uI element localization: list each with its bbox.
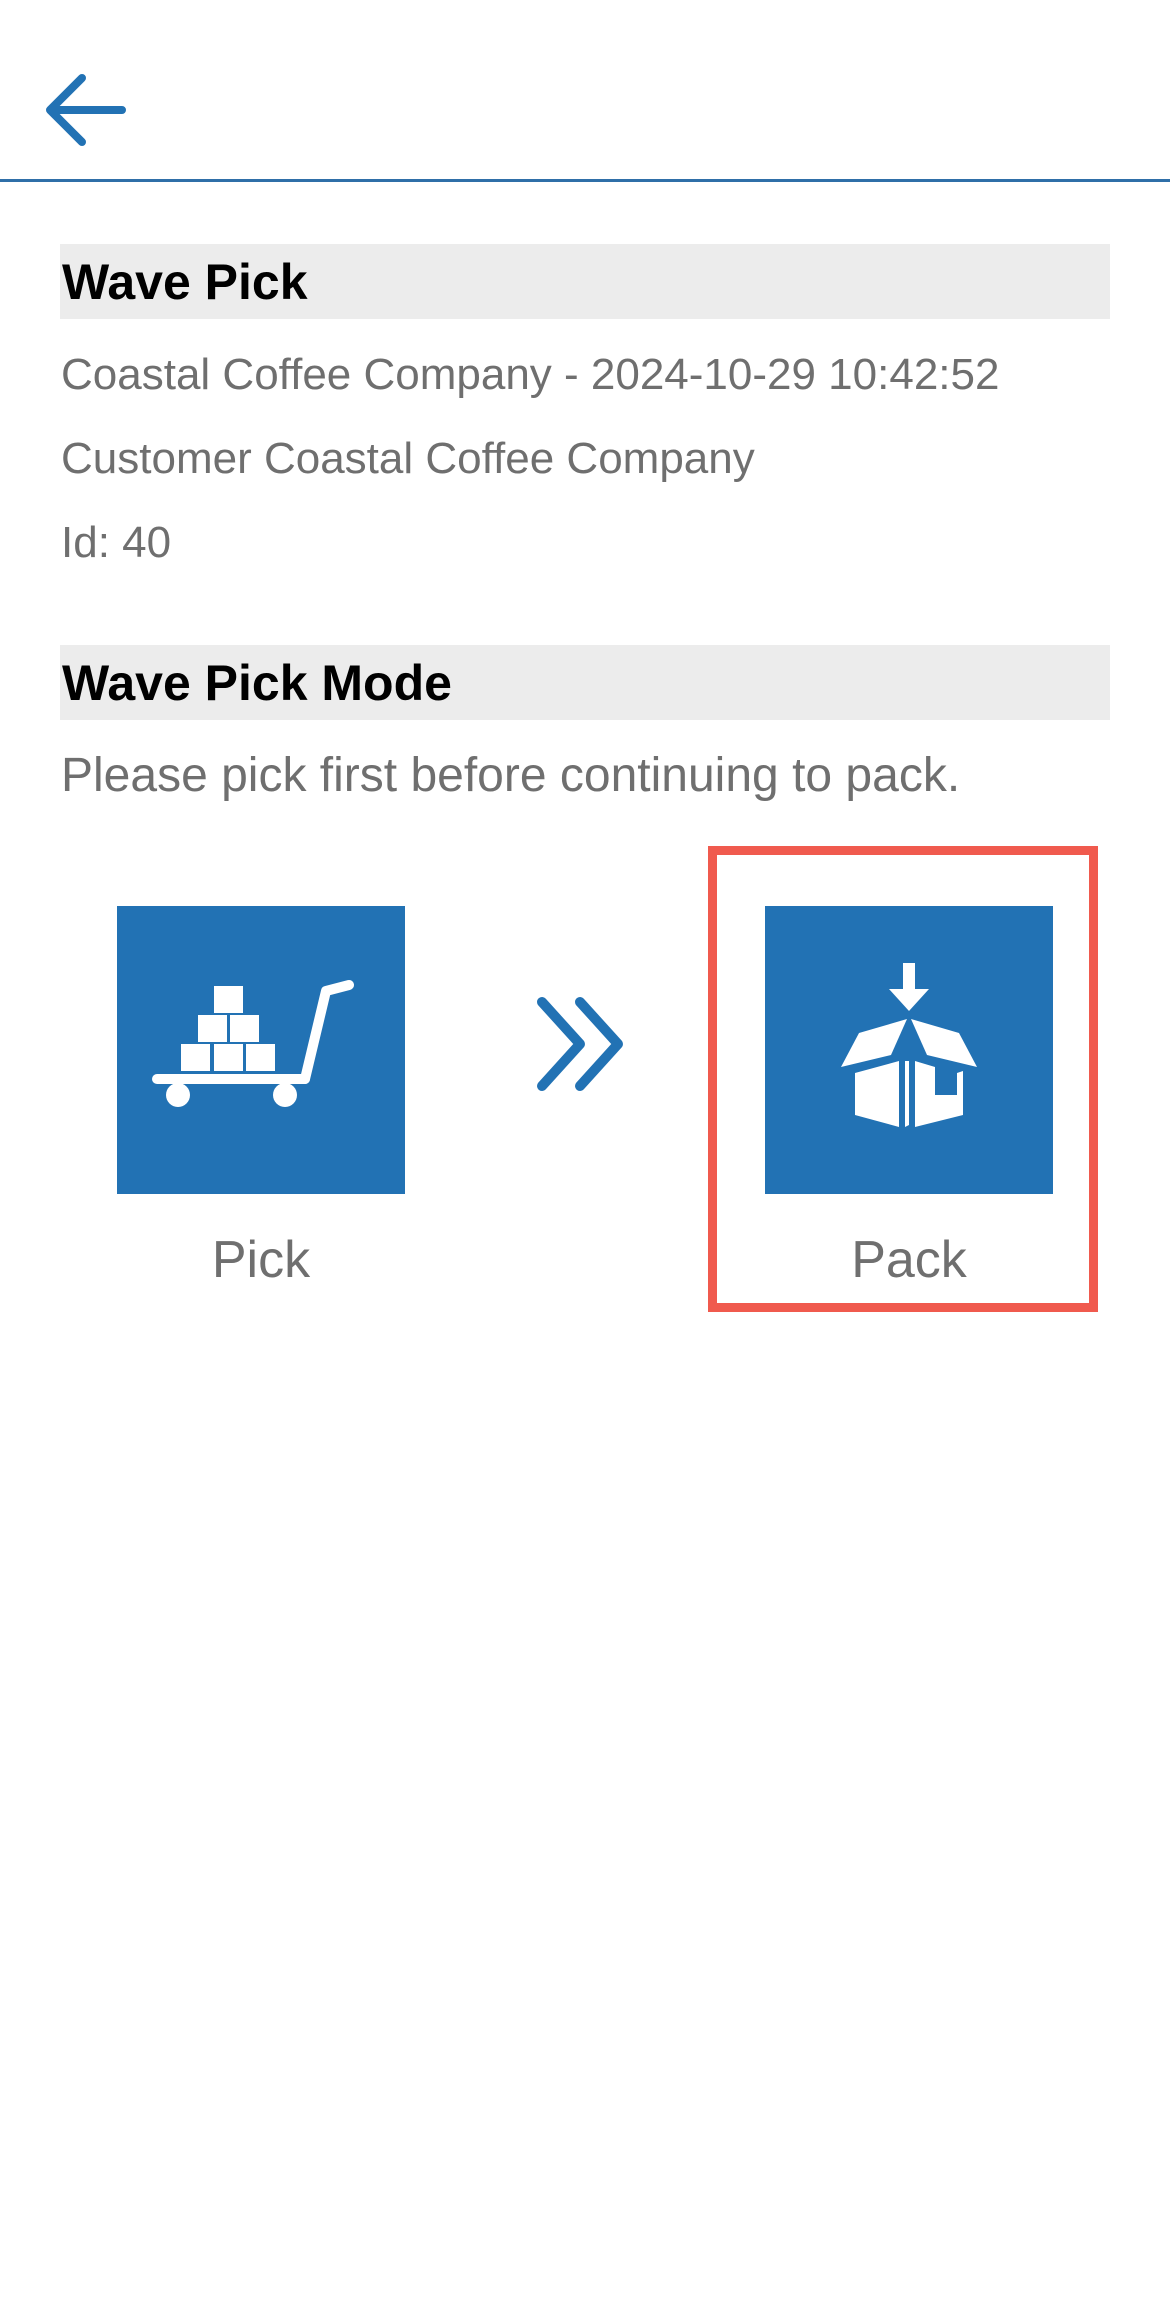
pick-button[interactable]: [117, 906, 405, 1194]
wave-pick-mode-title: Wave Pick Mode: [60, 645, 1110, 720]
customer-line: Customer Coastal Coffee Company: [61, 434, 755, 483]
pick-label: Pick: [211, 1231, 311, 1289]
id-line: Id: 40: [61, 518, 172, 567]
pack-highlight-box: [708, 846, 1098, 1312]
top-bar: [0, 0, 1170, 182]
back-button[interactable]: [30, 60, 140, 160]
wave-name-line: Coastal Coffee Company - 2024-10-29 10:4…: [61, 350, 1000, 399]
arrow-left-icon: [46, 74, 126, 146]
wave-pick-title: Wave Pick: [60, 244, 1110, 319]
cart-boxes-icon: [152, 980, 354, 1107]
mode-instruction: Please pick first before continuing to p…: [61, 749, 961, 802]
double-chevron-right-icon: [537, 997, 623, 1091]
